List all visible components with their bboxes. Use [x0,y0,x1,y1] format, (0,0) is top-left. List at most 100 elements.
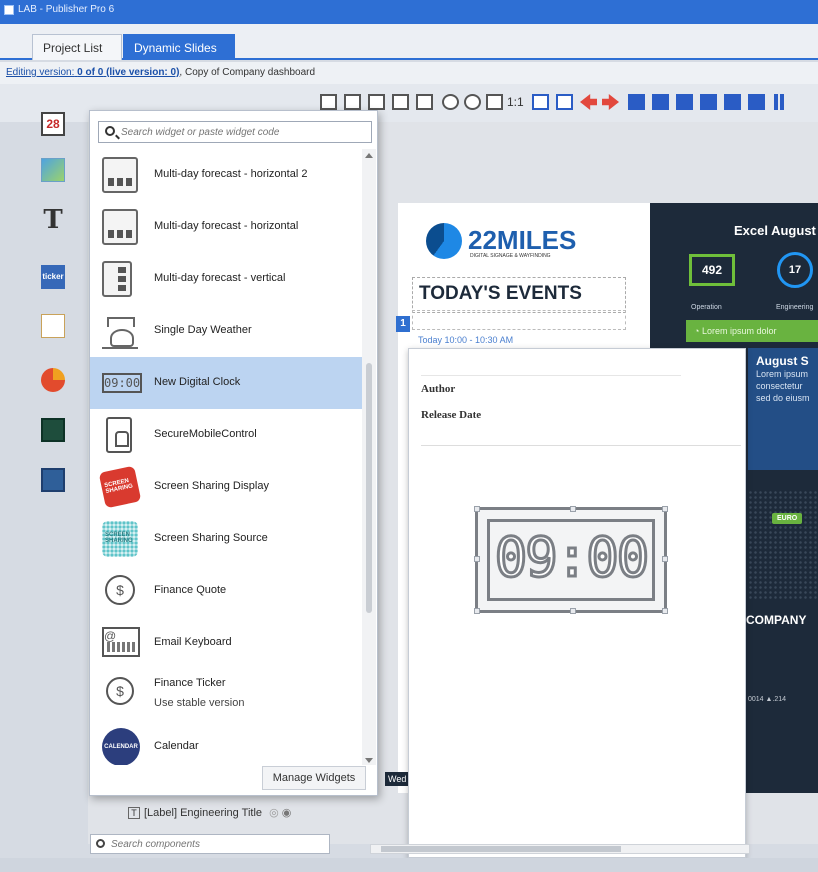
calendar-widget-icon[interactable]: 28 [41,112,65,136]
canvas-horizontal-scrollbar[interactable] [370,844,750,854]
zoom-in-icon[interactable] [442,94,459,110]
stat-engineering-label: Engineering [776,304,814,311]
widget-item-label: New Digital Clock [154,376,241,388]
resize-handle[interactable] [474,556,480,562]
window-widget-icon[interactable] [41,418,65,442]
widget-item-email-keyboard[interactable]: @ Email Keyboard [90,617,362,669]
news-text: Lorem ipsum dolor [701,326,777,336]
copy-icon[interactable] [344,94,361,110]
align-top-icon[interactable] [628,94,645,110]
resize-handle[interactable] [570,506,576,512]
widget-item-secure-mobile-control[interactable]: SecureMobileControl [90,409,362,461]
resize-handle[interactable] [570,608,576,614]
events-placeholder[interactable] [412,310,626,330]
align-bottom-icon[interactable] [676,94,693,110]
component-search-input[interactable] [111,837,325,851]
manage-widgets-button[interactable]: Manage Widgets [262,766,366,790]
events-time: Today 10:00 - 10:30 AM [418,335,514,345]
lock-icon[interactable]: ◎ [269,807,279,819]
align-center-icon[interactable] [724,94,741,110]
widget-item-label: Email Keyboard [154,636,232,648]
august-line-3: sed do eiusm [756,393,810,403]
widget-item-screen-sharing-source[interactable]: SCREEN SHARING Screen Sharing Source [90,513,362,565]
stat-operation: 492 [689,254,735,286]
widget-item-calendar[interactable]: CALENDAR Calendar [90,721,362,765]
resize-handle[interactable] [474,608,480,614]
bring-forward-icon[interactable] [532,94,549,110]
eye-icon[interactable]: ◉ [282,807,292,819]
events-title[interactable]: TODAY'S EVENTS [412,277,626,313]
cut-icon[interactable] [368,94,385,110]
chart-widget-icon[interactable] [41,368,65,392]
text-widget-icon[interactable]: T [41,207,65,233]
align-right-icon[interactable] [748,94,765,110]
widget-item-label: Screen Sharing Display [154,480,269,492]
title-bar: LAB - Publisher Pro 6 [0,0,818,24]
resize-handle[interactable] [474,506,480,512]
widget-item-screen-sharing-display[interactable]: SCREEN SHARING Screen Sharing Display [90,461,362,513]
widget-item-finance-quote[interactable]: $ Finance Quote [90,565,362,617]
widget-item-label: Screen Sharing Source [154,532,268,544]
zoom-out-icon[interactable] [464,94,481,110]
layer-badge[interactable]: 1 [396,316,410,332]
weekday-label: Wed [385,772,410,786]
fit-icon[interactable] [486,94,503,110]
widget-search-input[interactable] [121,125,367,140]
image-widget-icon[interactable] [41,158,65,182]
editing-version-link[interactable]: Editing version: 0 of 0 (live version: 0… [6,67,179,78]
resize-handle[interactable] [662,556,668,562]
distribute-icon-2[interactable] [780,94,784,110]
widget-search-box[interactable] [98,121,372,143]
editing-version-bar: Editing version: 0 of 0 (live version: 0… [0,62,818,84]
component-label: [Label] Engineering Title [144,807,263,819]
widget-list-scrollbar[interactable] [362,149,376,765]
collapse-icon[interactable] [320,94,337,110]
component-search-box[interactable] [90,834,330,854]
scroll-down-arrow[interactable] [365,758,373,763]
undo-icon[interactable] [580,94,597,110]
document-widget-icon[interactable] [41,314,65,338]
delete-icon[interactable] [416,94,433,110]
send-backward-icon[interactable] [556,94,573,110]
widget-item-label: Single Day Weather [154,324,252,336]
scroll-thumb[interactable] [381,846,621,852]
ticker-widget-icon[interactable]: ticker [41,265,65,289]
scroll-up-arrow[interactable] [365,153,373,158]
layout-widget-icon[interactable] [41,468,65,492]
widget-item-multi-day-forecast-horizontal[interactable]: Multi-day forecast - horizontal [90,201,362,253]
widget-item-new-digital-clock[interactable]: 09:00 New Digital Clock [90,357,362,409]
finance-ticker-icon: $ [106,677,134,705]
widget-detail-panel: Author Release Date 09:00 [408,348,746,858]
zoom-actual-button[interactable]: 1:1 [507,95,524,109]
tab-project-list[interactable]: Project List [32,34,122,60]
resize-handle[interactable] [662,608,668,614]
widget-item-sublabel: Use stable version [154,697,245,709]
logo-mark [426,223,462,259]
tab-strip: Project List Dynamic Slides [0,24,818,60]
widget-item-multi-day-forecast-vertical[interactable]: Multi-day forecast - vertical [90,253,362,305]
widget-item-finance-ticker[interactable]: $ Finance Ticker Use stable version [90,663,362,721]
resize-handle[interactable] [662,506,668,512]
widget-list: Multi-day forecast - horizontal 2 Multi-… [90,149,362,765]
search-icon [105,126,115,136]
release-date-label: Release Date [421,409,482,421]
widget-item-label: Finance Quote [154,584,227,596]
scroll-thumb[interactable] [366,363,372,613]
stat-operation-label: Operation [691,304,722,311]
paste-icon[interactable] [392,94,409,110]
distribute-icon[interactable] [774,94,778,110]
widget-item-single-day-weather[interactable]: Single Day Weather [90,305,362,357]
digital-clock-preview: 09:00 [474,506,668,614]
widget-item-multi-day-forecast-horizontal-2[interactable]: Multi-day forecast - horizontal 2 [90,149,362,201]
align-middle-icon[interactable] [652,94,669,110]
component-tree-row[interactable]: T [Label] Engineering Title ◎ ◉ [128,806,291,819]
tab-dynamic-slides[interactable]: Dynamic Slides [123,34,235,60]
forecast-horizontal-icon [102,209,138,245]
logo-tagline: DIGITAL SIGNAGE & WAYFINDING [470,253,551,259]
window-title: LAB - Publisher Pro 6 [18,4,115,15]
author-label: Author [421,383,456,395]
screen-sharing-source-icon: SCREEN SHARING [102,521,138,557]
align-left-icon[interactable] [700,94,717,110]
label-type-icon: T [128,807,140,819]
redo-icon[interactable] [602,94,619,110]
